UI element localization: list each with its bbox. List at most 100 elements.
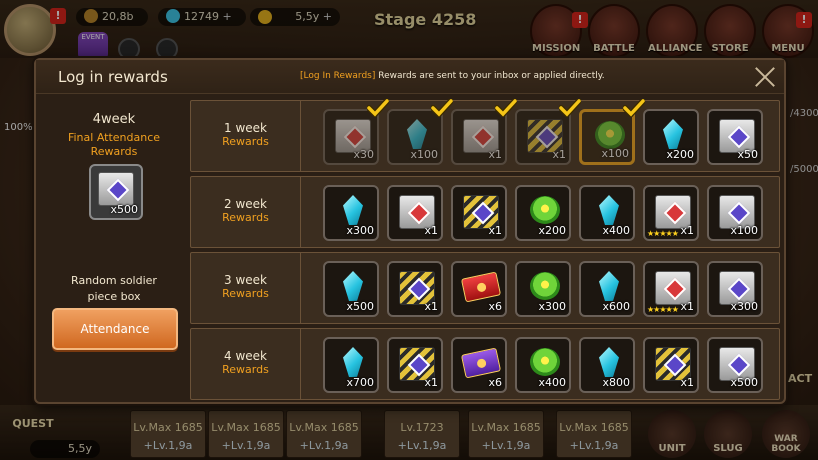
- gem-icon: [599, 195, 619, 225]
- reward-count: x1: [488, 148, 502, 161]
- reward-slot[interactable]: x500: [707, 337, 763, 393]
- gem-icon: [407, 119, 427, 149]
- star-rating: ★★★★★: [647, 229, 679, 238]
- reward-slot[interactable]: x100: [579, 109, 635, 165]
- reward-count: x800: [602, 376, 630, 389]
- modal-header: Log in rewards [Log In Rewards] Rewards …: [36, 60, 784, 94]
- reward-slot[interactable]: x200: [515, 185, 571, 241]
- week-row: 1 week Rewards x30 x100 x1 x1 x100 x200 x50: [190, 99, 780, 172]
- reward-count: x1: [552, 148, 566, 161]
- reward-slot[interactable]: x1: [451, 185, 507, 241]
- reward-count: x1: [680, 300, 694, 313]
- reward-slot[interactable]: x50: [707, 109, 763, 165]
- week-label: 4 week Rewards: [191, 329, 301, 399]
- week-title: 2 week: [224, 197, 267, 211]
- reward-count: x6: [488, 300, 502, 313]
- reward-count: x100: [410, 148, 438, 161]
- reward-slot[interactable]: x200: [643, 109, 699, 165]
- reward-count: x100: [601, 147, 629, 160]
- gem-icon: [599, 347, 619, 377]
- gem-icon: [343, 347, 363, 377]
- reward-count: x600: [602, 300, 630, 313]
- final-reward-desc-line1: Random soldier: [71, 274, 157, 287]
- cabbage-icon: [530, 272, 560, 300]
- reward-count: x700: [346, 376, 374, 389]
- reward-slot[interactable]: x300: [323, 185, 379, 241]
- reward-slot[interactable]: x1: [387, 261, 443, 317]
- reward-count: x200: [538, 224, 566, 237]
- reward-slot[interactable]: x400: [515, 337, 571, 393]
- final-reward-desc-line2: piece box: [87, 290, 141, 303]
- reward-slot[interactable]: x500: [323, 261, 379, 317]
- reward-count: x1: [424, 224, 438, 237]
- week-rewards-label: Rewards: [222, 211, 269, 224]
- reward-slot[interactable]: x100: [707, 185, 763, 241]
- modal-notice: [Log In Rewards] Rewards are sent to you…: [300, 71, 605, 81]
- gem-icon: [663, 119, 683, 149]
- star-rating: ★★★★★: [647, 305, 679, 314]
- reward-count: x1: [680, 224, 694, 237]
- week-rewards-label: Rewards: [222, 135, 269, 148]
- reward-count: x400: [602, 224, 630, 237]
- final-reward-line1: Final Attendance: [67, 131, 161, 144]
- close-icon[interactable]: [754, 66, 776, 88]
- reward-count: x200: [666, 148, 694, 161]
- reward-slot[interactable]: x6: [451, 337, 507, 393]
- reward-slot[interactable]: x1: [451, 109, 507, 165]
- week-rewards-label: Rewards: [222, 287, 269, 300]
- week-title: 3 week: [224, 273, 267, 287]
- reward-slot[interactable]: x100: [387, 109, 443, 165]
- reward-slot[interactable]: x300: [515, 261, 571, 317]
- ticket-icon: [460, 347, 502, 379]
- reward-count: x1: [424, 300, 438, 313]
- notice-text: Rewards are sent to your inbox or applie…: [375, 71, 605, 81]
- week-rewards-label: Rewards: [222, 363, 269, 376]
- reward-slot[interactable]: x30: [323, 109, 379, 165]
- final-reward-panel: 4week Final Attendance Rewards x500 Rand…: [44, 100, 184, 400]
- week-row: 2 week Rewards x300 x1 x1 x200 x400 ★★★★★ x1 x100: [190, 176, 780, 248]
- notice-tag: [Log In Rewards]: [300, 71, 376, 81]
- final-reward-item[interactable]: x500: [89, 164, 143, 220]
- reward-slot[interactable]: x1: [387, 337, 443, 393]
- week-title: 4 week: [224, 349, 267, 363]
- reward-slot[interactable]: ★★★★★ x1: [643, 261, 699, 317]
- cabbage-icon: [595, 121, 625, 149]
- reward-slot[interactable]: x1: [387, 185, 443, 241]
- week-title: 1 week: [224, 121, 267, 135]
- ticket-icon: [460, 271, 502, 303]
- check-icon: [367, 99, 389, 117]
- gem-icon: [343, 271, 363, 301]
- rewards-grid: 1 week Rewards x30 x100 x1 x1 x100 x200 x50 2 wee…: [190, 99, 780, 400]
- soldier-box-icon: [98, 172, 134, 206]
- reward-count: x6: [488, 376, 502, 389]
- reward-slot[interactable]: x300: [707, 261, 763, 317]
- reward-count: x1: [680, 376, 694, 389]
- reward-count: x100: [730, 224, 758, 237]
- reward-count: x300: [730, 300, 758, 313]
- final-reward-heading: Final Attendance Rewards: [44, 131, 184, 159]
- reward-count: x500: [346, 300, 374, 313]
- reward-slot[interactable]: x800: [579, 337, 635, 393]
- week-label: 3 week Rewards: [191, 253, 301, 323]
- gem-icon: [599, 271, 619, 301]
- final-week-label: 4week: [92, 112, 136, 127]
- reward-slot[interactable]: x1: [643, 337, 699, 393]
- reward-slot[interactable]: x400: [579, 185, 635, 241]
- final-reward-line2: Rewards: [90, 145, 138, 158]
- reward-count: x50: [737, 148, 758, 161]
- reward-count: x400: [538, 376, 566, 389]
- reward-slot[interactable]: x600: [579, 261, 635, 317]
- modal-title: Log in rewards: [58, 68, 168, 86]
- check-icon: [495, 99, 517, 117]
- week-label: 1 week Rewards: [191, 101, 301, 171]
- final-reward-count: x500: [110, 203, 138, 216]
- week-row: 4 week Rewards x700 x1 x6 x400 x800 x1 x500: [190, 328, 780, 400]
- reward-slot[interactable]: x700: [323, 337, 379, 393]
- reward-slot[interactable]: x6: [451, 261, 507, 317]
- login-rewards-modal: Log in rewards [Log In Rewards] Rewards …: [34, 58, 786, 404]
- reward-slot[interactable]: ★★★★★ x1: [643, 185, 699, 241]
- attendance-button[interactable]: Attendance: [52, 308, 178, 350]
- reward-count: x300: [346, 224, 374, 237]
- week-label: 2 week Rewards: [191, 177, 301, 247]
- reward-slot[interactable]: x1: [515, 109, 571, 165]
